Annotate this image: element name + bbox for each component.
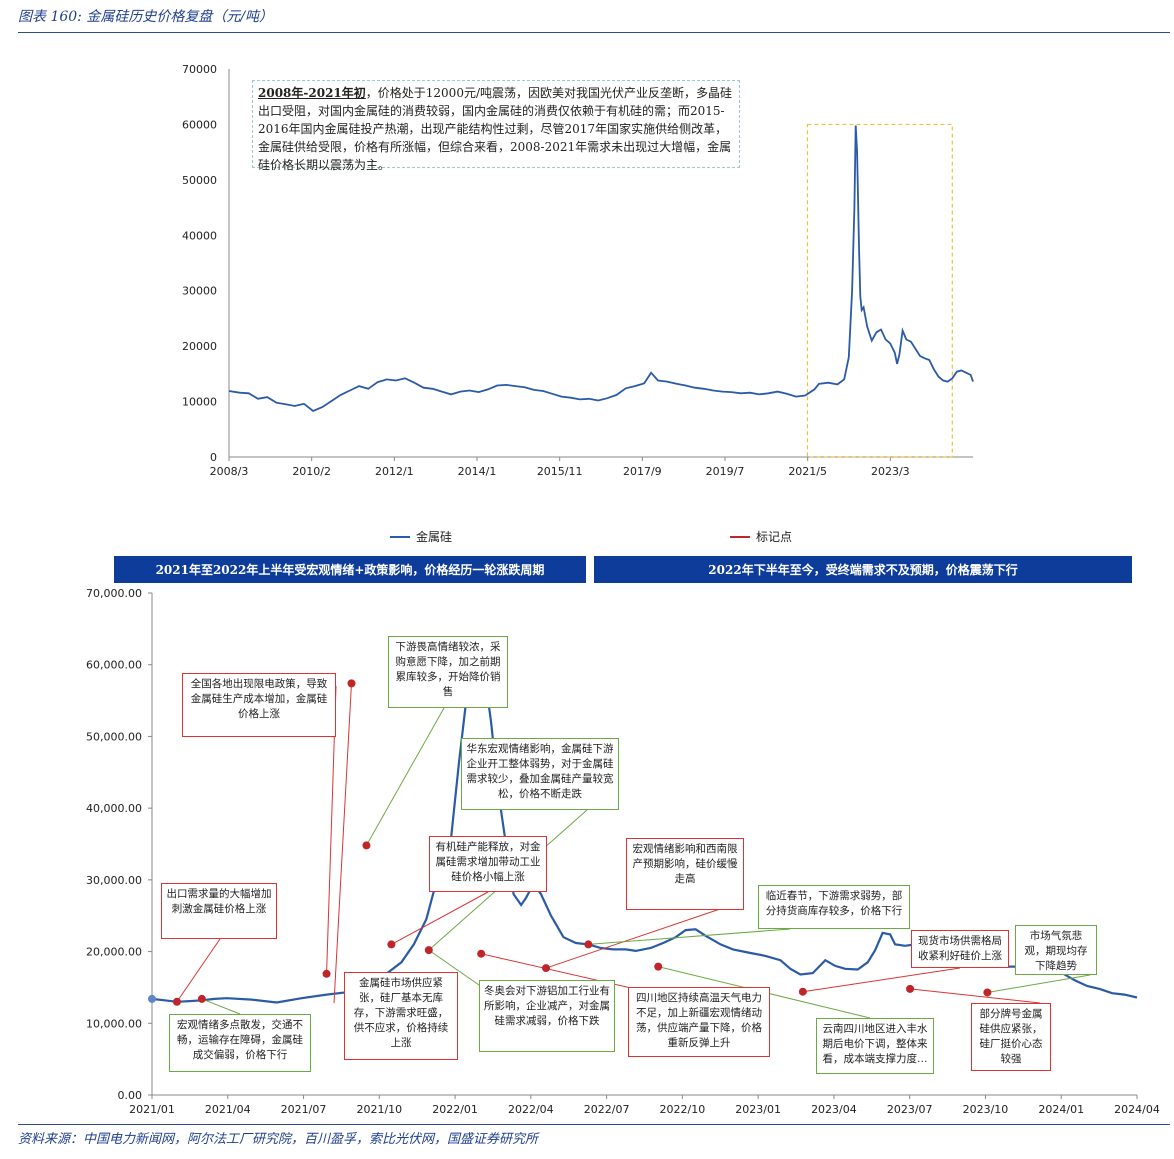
legend-item-marker: 标记点 <box>730 528 792 545</box>
leader-line <box>333 683 352 1004</box>
x-tick-label: 2019/7 <box>706 465 745 478</box>
y-tick-label: 40,000.00 <box>86 802 142 815</box>
legend-label: 标记点 <box>756 530 793 544</box>
marker-point <box>424 946 433 955</box>
leader-line <box>802 967 961 993</box>
report-page: { "header": { "title": "图表 160: 金属硅历史价格复… <box>0 0 1174 1159</box>
note-box: 有机硅产能释放，对金属硅需求增加带动工业硅价格小幅上涨 <box>429 836 547 892</box>
marker-point <box>542 964 550 973</box>
x-tick-label: 2012/1 <box>375 465 414 478</box>
note-box: 临近春节，下游需求弱势，部分持货商库存较多，价格下行 <box>758 885 910 929</box>
x-tick-label: 2021/5 <box>788 465 827 478</box>
leader-line <box>910 988 1041 1004</box>
x-tick-label: 2017/9 <box>623 465 662 478</box>
marker-point <box>347 679 356 688</box>
y-tick-label: 0 <box>210 451 217 464</box>
x-tick-label: 2023/04 <box>811 1103 857 1116</box>
y-tick-label: 70000 <box>182 63 217 76</box>
marker-point <box>798 987 807 996</box>
footer-rule <box>18 1124 1170 1125</box>
x-tick-label: 2008/3 <box>210 465 249 478</box>
x-tick-label: 2014/1 <box>458 465 497 478</box>
x-tick-label: 2023/01 <box>735 1103 781 1116</box>
note-box: 宏观情绪影响和西南限产预期影响，硅价缓慢走高 <box>626 838 744 910</box>
leader-line <box>545 908 721 969</box>
top-line-chart: 0 10000 20000 30000 40000 50000 60000 70000 2008… <box>182 63 974 478</box>
x-tick-label: 2021/10 <box>356 1103 402 1116</box>
marker-point <box>477 949 486 958</box>
top-chart-annotation: 2008年-2021年初，价格处于12000元/吨震荡，因欧美对我国光伏产业反垄… <box>252 80 740 172</box>
x-tick-label: 2022/04 <box>508 1103 554 1116</box>
y-tick-label: 60,000.00 <box>86 659 142 672</box>
source-note: 资料来源：中国电力新闻网，阿尔法工厂研究院，百川盈孚，索比光伏网，国盛证券研究所 <box>18 1132 539 1147</box>
marker-point <box>322 969 331 978</box>
note-box: 冬奥会对下游铝加工行业有所影响，企业减产，对金属硅需求减弱，价格下跌 <box>479 980 615 1052</box>
leader-line <box>391 891 489 945</box>
marker-point <box>197 994 206 1003</box>
y-tick-label: 60000 <box>182 118 217 131</box>
y-tick-label: 50,000.00 <box>86 730 142 743</box>
note-box: 金属硅市场供应紧张，硅厂基本无库存，下游需求旺盛，供不应求，价格持续上涨 <box>344 972 458 1060</box>
x-tick-label: 2021/01 <box>129 1103 175 1116</box>
note-box: 部分牌号金属硅供应紧张，硅厂挺价心态较强 <box>971 1003 1051 1071</box>
y-tick-label: 20000 <box>182 340 217 353</box>
marker-point <box>387 940 396 949</box>
leader-line <box>176 938 221 1003</box>
note-box: 出口需求量的大幅增加刺激金属硅价格上涨 <box>161 883 277 939</box>
x-tick-label: 2023/07 <box>887 1103 933 1116</box>
banner-right: 2022年下半年至今，受终端需求不及预期，价格震荡下行 <box>594 556 1132 583</box>
y-tick-label: 30,000.00 <box>86 874 142 887</box>
legend-line-swatch <box>390 535 410 538</box>
legend-item-series: 金属硅 <box>390 528 452 545</box>
note-box: 全国各地出现限电政策，导致金属硅生产成本增加，金属硅价格上涨 <box>182 673 336 737</box>
highlight-box <box>806 123 953 458</box>
y-tick-label: 0.00 <box>118 1089 143 1102</box>
note-box: 下游畏高情绪较浓，采购意愿下降，加之前期累库较多，开始降价销售 <box>388 636 508 708</box>
x-tick-label: 2024/04 <box>1114 1103 1160 1116</box>
legend-label: 金属硅 <box>416 530 453 544</box>
marker-point <box>362 841 371 850</box>
marker-point <box>584 940 593 949</box>
x-tick-label: 2021/04 <box>205 1103 251 1116</box>
leader-line <box>366 707 445 846</box>
x-tick-label: 2021/07 <box>281 1103 327 1116</box>
note-box: 华东宏观情绪影响，金属硅下游企业开工整体弱势，对于金属硅需求较少，叠加金属硅产量… <box>461 738 619 810</box>
marker-point <box>654 962 663 971</box>
note-box: 宏观情绪多点散发，交通不畅，运输存在障碍，金属硅成交偏弱，价格下行 <box>169 1014 311 1072</box>
annotation-bold-text: 2008年-2021年初 <box>258 86 366 100</box>
y-tick-label: 20,000.00 <box>86 946 142 959</box>
marker-point <box>906 984 915 993</box>
x-tick-label: 2024/01 <box>1038 1103 1084 1116</box>
note-box: 四川地区持续高温天气电力不足，加上新疆宏观情绪动荡，供应端产量下降，价格重新反弹… <box>628 987 770 1057</box>
banner-left: 2021年至2022年上半年受宏观情绪+政策影响，价格经历一轮涨跌周期 <box>114 556 586 583</box>
note-box: 市场气氛悲观，期现均存下降趋势 <box>1015 925 1097 975</box>
x-tick-label: 2023/3 <box>871 465 910 478</box>
leader-line <box>987 974 1091 993</box>
x-tick-label: 2010/2 <box>292 465 331 478</box>
y-tick-label: 50000 <box>182 174 217 187</box>
x-tick-label: 2022/01 <box>432 1103 478 1116</box>
marker-point <box>148 994 156 1003</box>
y-tick-label: 10,000.00 <box>86 1017 142 1030</box>
note-box: 云南四川地区进入丰水期后电价下调，整体来看，成本端支撑力度… <box>816 1018 934 1074</box>
leader-line <box>588 928 791 945</box>
legend-marker-swatch <box>730 535 750 538</box>
marker-point <box>983 988 992 997</box>
x-tick-label: 2022/10 <box>660 1103 706 1116</box>
y-tick-label: 70,000.00 <box>86 587 142 600</box>
x-tick-label: 2015/11 <box>537 465 583 478</box>
x-tick-label: 2023/10 <box>963 1103 1009 1116</box>
note-box: 现货市场供需格局收紧利好硅价上涨 <box>911 930 1009 968</box>
x-tick-label: 2022/07 <box>584 1103 630 1116</box>
y-tick-label: 30000 <box>182 285 217 298</box>
y-tick-label: 10000 <box>182 396 217 409</box>
y-tick-label: 40000 <box>182 229 217 242</box>
leader-line <box>201 998 241 1015</box>
marker-point <box>172 997 181 1006</box>
